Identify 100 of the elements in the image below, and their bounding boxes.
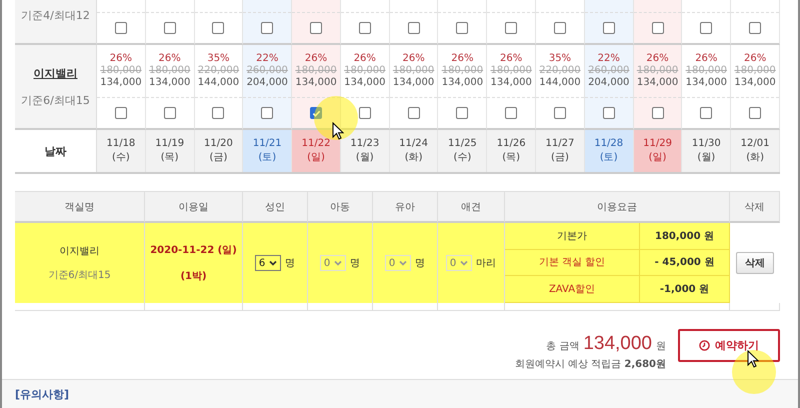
discount-rate: 22%: [598, 53, 620, 65]
sale-price: 134,000: [148, 77, 190, 89]
checkbox[interactable]: [700, 107, 712, 119]
notice-heading: [유의사항]: [15, 388, 70, 401]
discount-rate: 26%: [451, 53, 474, 65]
sale-price: 204,000: [246, 77, 288, 89]
discount-rate: 35%: [548, 53, 572, 65]
checkbox[interactable]: [652, 107, 664, 119]
checkbox[interactable]: [554, 107, 566, 119]
checkbox[interactable]: [164, 107, 176, 119]
sale-price: 134,000: [686, 77, 727, 89]
checkbox[interactable]: [749, 107, 762, 119]
fee-amount: 180,000 원: [654, 230, 714, 243]
room-capacity: 기준6/최대15: [21, 92, 90, 108]
checkbox[interactable]: [310, 107, 322, 119]
chevron-down-icon: [399, 260, 408, 266]
discount-rate: 35%: [207, 53, 230, 65]
original-price: 180,000: [295, 65, 337, 77]
reserve-button[interactable]: 예약하기: [678, 329, 780, 362]
date-cell: 11/29 (일): [634, 130, 682, 172]
original-price: 180,000: [734, 65, 776, 77]
date-cell: 11/19 (목): [146, 130, 195, 172]
date-cell: 11/21 (토): [243, 130, 292, 172]
checkbox[interactable]: [505, 22, 518, 34]
original-price: 180,000: [636, 65, 678, 77]
checkbox[interactable]: [358, 107, 371, 119]
checkbox[interactable]: [554, 22, 566, 34]
column-header: 아동: [308, 192, 373, 223]
count-unit: 마리: [476, 257, 496, 270]
date-cell: 11/26 (목): [487, 130, 536, 172]
checkbox[interactable]: [114, 107, 127, 119]
checkbox[interactable]: [602, 22, 615, 34]
cursor-icon: [747, 350, 759, 368]
fee-amount: -1,000 원: [660, 283, 710, 296]
column-header: 성인: [243, 192, 308, 223]
sale-price: 134,000: [490, 77, 532, 89]
stay-nights: (1박): [180, 270, 207, 283]
checkbox[interactable]: [310, 22, 322, 34]
currency-unit: 원: [656, 340, 666, 353]
room-name: 이지밸리: [60, 245, 100, 258]
checkbox[interactable]: [602, 107, 615, 119]
column-header: 이용요금: [505, 192, 730, 223]
fee-label: 기본 객실 할인: [538, 256, 606, 270]
count-select[interactable]: 6: [254, 255, 282, 271]
total-amount: 134,000: [583, 333, 652, 355]
checkbox[interactable]: [212, 22, 224, 34]
discount-rate: 26%: [744, 53, 766, 65]
checkbox[interactable]: [261, 107, 274, 119]
sale-price: 134,000: [392, 77, 434, 89]
date-cell: 11/18 (수): [97, 130, 146, 172]
fee-label: 기본가: [557, 230, 587, 243]
checkbox[interactable]: [505, 107, 518, 119]
sale-price: 134,000: [344, 77, 386, 89]
count-unit: 명: [285, 257, 296, 270]
checkbox[interactable]: [749, 22, 762, 34]
checkbox[interactable]: [358, 22, 371, 34]
discount-rate: 26%: [646, 53, 669, 65]
room-capacity: 기준4/최대12: [21, 8, 90, 23]
checkbox[interactable]: [408, 107, 420, 119]
cursor-highlight: [732, 350, 776, 394]
count-unit: 명: [415, 257, 426, 270]
original-price: 260,000: [246, 65, 288, 77]
column-header: 유아: [373, 192, 438, 223]
room-name-link[interactable]: 이지밸리: [34, 66, 78, 80]
sale-price: 144,000: [539, 77, 581, 89]
checkbox[interactable]: [261, 22, 274, 34]
checkbox[interactable]: [456, 107, 468, 119]
sale-price: 144,000: [198, 77, 240, 89]
checkbox[interactable]: [408, 22, 420, 34]
sale-price: 134,000: [734, 77, 776, 89]
chevron-down-icon: [334, 260, 342, 266]
date-cell: 11/25 (수): [438, 130, 488, 172]
original-price: 180,000: [442, 65, 484, 77]
delete-button[interactable]: 삭제: [736, 252, 774, 274]
sale-price: 204,000: [588, 77, 630, 89]
discount-rate: 26%: [500, 53, 522, 65]
sale-price: 134,000: [295, 77, 337, 89]
checkbox[interactable]: [652, 22, 664, 34]
chevron-down-icon: [460, 260, 468, 266]
discount-rate: 26%: [158, 53, 181, 65]
checkbox[interactable]: [456, 22, 468, 34]
fee-amount: - 45,000 원: [654, 256, 714, 270]
date-cell: 11/24 (화): [390, 130, 438, 172]
column-header: 객실명: [15, 192, 145, 223]
original-price: 260,000: [588, 65, 630, 77]
original-price: 180,000: [392, 65, 434, 77]
checkbox[interactable]: [212, 107, 224, 119]
original-price: 180,000: [344, 65, 386, 77]
chevron-down-icon: [269, 260, 278, 266]
date-cell: 11/28 (토): [584, 130, 634, 172]
stay-date: 2020-11-22 (일): [150, 244, 237, 257]
discount-rate: 26%: [304, 53, 328, 65]
column-header: 삭제: [730, 192, 780, 223]
checkbox[interactable]: [700, 22, 712, 34]
checkbox[interactable]: [114, 22, 127, 34]
date-cell: 11/30 (월): [682, 130, 732, 172]
clock-icon: [699, 340, 710, 351]
checkbox[interactable]: [164, 22, 176, 34]
date-cell: 11/20 (금): [194, 130, 244, 172]
discount-rate: 26%: [695, 53, 718, 65]
